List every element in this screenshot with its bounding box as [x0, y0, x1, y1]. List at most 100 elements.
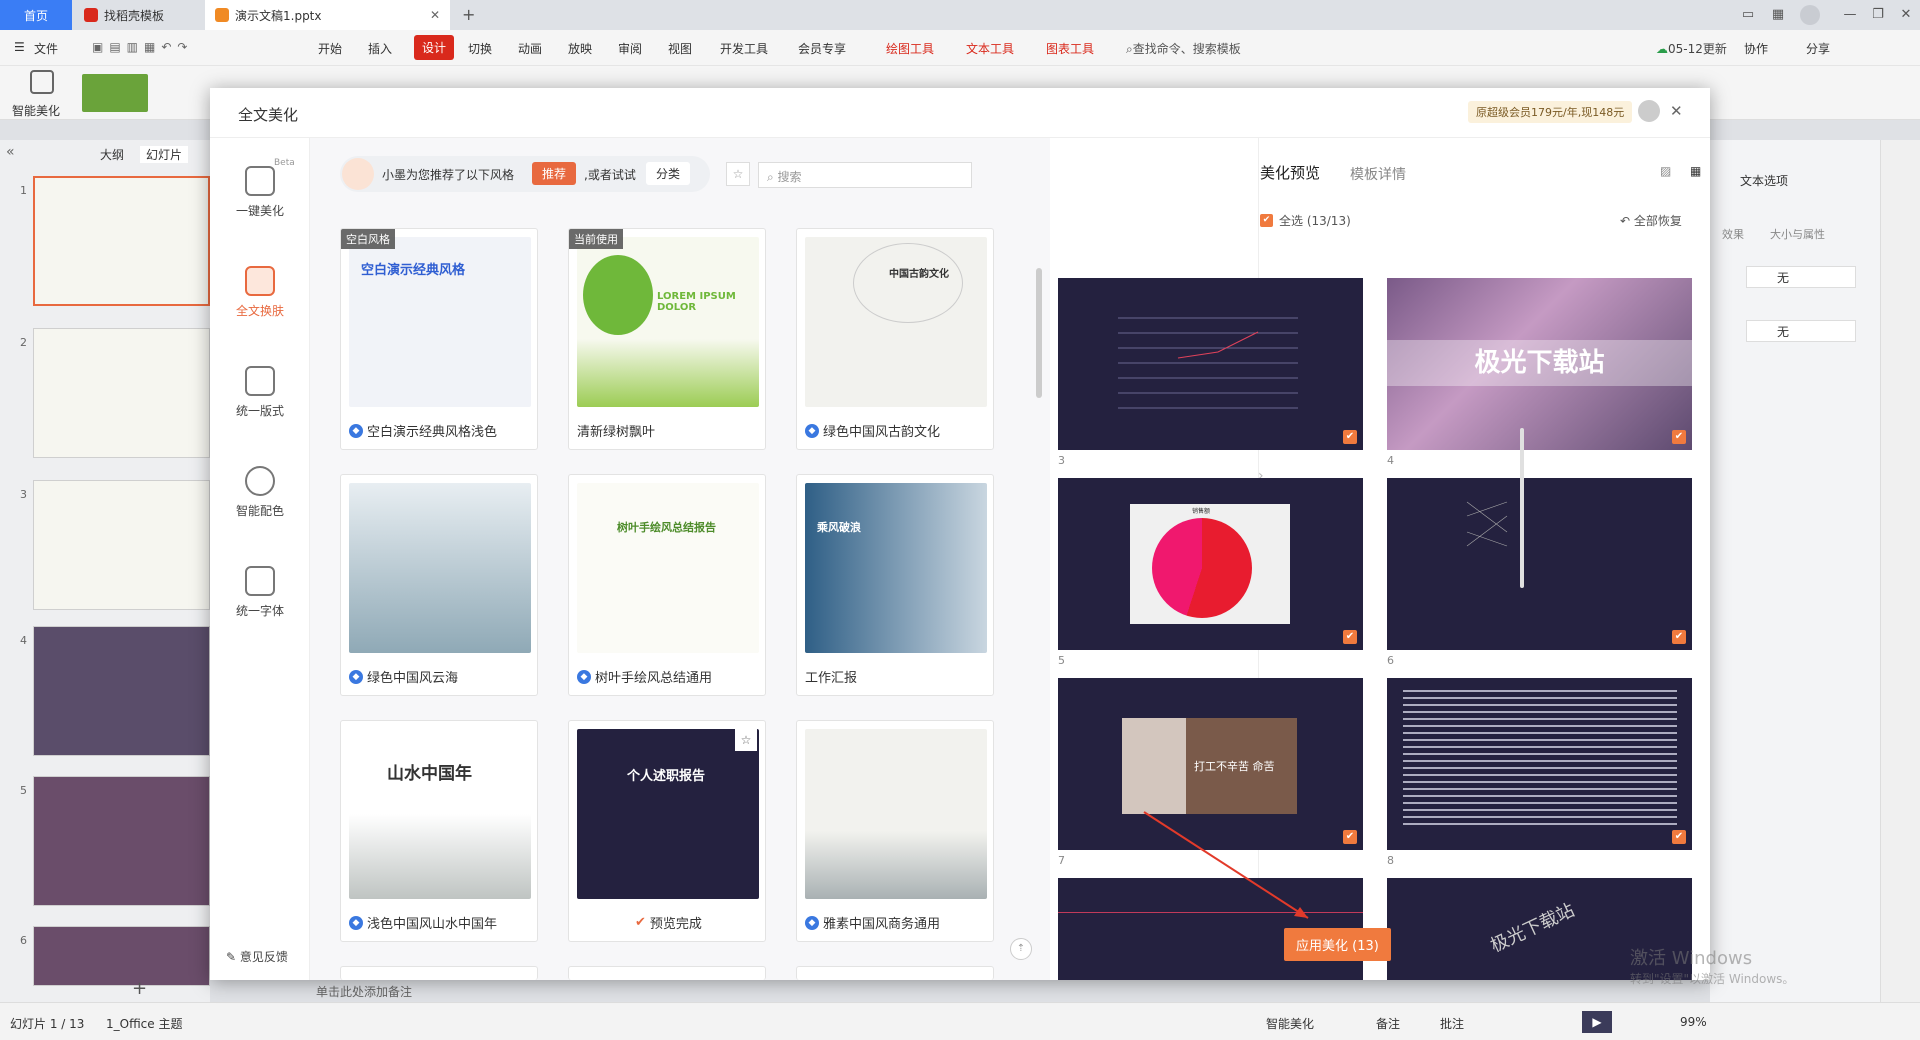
new-tab-button[interactable]: +	[462, 5, 475, 24]
template-card[interactable]	[796, 966, 994, 980]
notes-button[interactable]: 备注	[1376, 1015, 1400, 1032]
menu-chart-tools[interactable]: 图表工具	[1046, 40, 1094, 57]
smart-beautify-icon[interactable]	[30, 70, 54, 94]
template-card[interactable]: 空白演示经典风格 空白风格 ◆ 空白演示经典风格浅色	[340, 228, 538, 450]
checkbox-icon[interactable]: ✔	[1343, 630, 1357, 644]
recommend-button[interactable]: 推荐	[532, 162, 577, 185]
tab-template-detail[interactable]: 模板详情	[1350, 164, 1406, 184]
nav-skin[interactable]: 全文换肤	[210, 254, 310, 334]
slide-thumb-6[interactable]	[33, 926, 210, 986]
slide-thumb-2[interactable]	[33, 328, 210, 458]
apply-beautify-button[interactable]: 应用美化 (13)	[1284, 928, 1391, 961]
slide-thumb-4[interactable]	[33, 626, 210, 756]
tab-template-store[interactable]: 找稻壳模板	[74, 0, 202, 30]
play-icon[interactable]: ▶	[1582, 1011, 1612, 1033]
menu-start[interactable]: 开始	[318, 40, 342, 57]
preview-slide-8[interactable]: ✔	[1387, 678, 1692, 850]
preview-slide-5[interactable]: 销售额 ✔	[1058, 478, 1363, 650]
user-avatar[interactable]	[1638, 100, 1660, 122]
minimize-icon[interactable]: —	[1840, 5, 1860, 25]
tab-preview[interactable]: 美化预览	[1260, 162, 1320, 183]
restore-all-button[interactable]: ↶ 全部恢复	[1620, 212, 1682, 229]
quick-tools[interactable]: ▣▤▥▦↶↷	[92, 40, 193, 54]
template-card[interactable]: LOREM IPSUM DOLOR 当前使用 清新绿树飘叶	[568, 228, 766, 450]
close-icon[interactable]: ✕	[1896, 5, 1916, 25]
collapse-icon[interactable]: «	[6, 144, 15, 160]
add-slide-button[interactable]: +	[132, 978, 147, 999]
template-card[interactable]: ◆ 雅素中国风商务通用	[796, 720, 994, 942]
template-card[interactable]: 山水中国年 ◆ 浅色中国风山水中国年	[340, 720, 538, 942]
collab-button[interactable]: 协作	[1744, 40, 1768, 57]
avatar[interactable]	[1800, 5, 1820, 25]
menu-review[interactable]: 审阅	[618, 40, 642, 57]
comments-button[interactable]: 批注	[1440, 1015, 1464, 1032]
none-select-1[interactable]: 无	[1746, 266, 1856, 288]
command-search[interactable]: ⌕查找命令、搜索模板	[1126, 40, 1241, 57]
tab-slides[interactable]: 幻灯片	[140, 146, 189, 163]
star-icon[interactable]: ☆	[735, 729, 757, 751]
template-card[interactable]	[568, 966, 766, 980]
preview-slide-3[interactable]: ✔	[1058, 278, 1363, 450]
tab-home[interactable]: 首页	[0, 0, 72, 30]
slide-thumb-1[interactable]	[33, 176, 210, 306]
template-card[interactable]	[340, 966, 538, 980]
checkbox-icon[interactable]: ✔	[1672, 430, 1686, 444]
smart-beautify-status[interactable]: 智能美化	[1266, 1015, 1314, 1032]
nav-one-click[interactable]: 一键美化 Beta	[210, 154, 310, 234]
preview-slide-4[interactable]: 极光下载站 ✔	[1387, 278, 1692, 450]
add-notes-placeholder[interactable]: 单击此处添加备注	[316, 983, 412, 1000]
image-view-icon[interactable]: ▨	[1660, 164, 1671, 178]
menu-view[interactable]: 视图	[668, 40, 692, 57]
share-button[interactable]: 分享	[1806, 40, 1830, 57]
nav-font[interactable]: 统一字体	[210, 554, 310, 634]
restore-icon[interactable]: ❐	[1868, 5, 1888, 25]
none-select-2[interactable]: 无	[1746, 320, 1856, 342]
checkbox-icon[interactable]: ✔	[1343, 430, 1357, 444]
scroll-top-icon[interactable]: ⇡	[1010, 938, 1032, 960]
effect-tab[interactable]: 效果	[1722, 226, 1744, 242]
nav-layout[interactable]: 统一版式	[210, 354, 310, 434]
gallery-scrollbar[interactable]	[1036, 268, 1042, 398]
text-options-tab[interactable]: 文本选项	[1740, 172, 1788, 189]
template-card[interactable]: ◆ 绿色中国风云海	[340, 474, 538, 696]
checkbox-icon[interactable]: ✔	[1672, 830, 1686, 844]
feedback-button[interactable]: ✎ 意见反馈	[226, 948, 288, 965]
menu-insert[interactable]: 插入	[368, 40, 392, 57]
size-tab[interactable]: 大小与属性	[1770, 226, 1825, 242]
template-card[interactable]: 乘风破浪 工作汇报	[796, 474, 994, 696]
menu-member[interactable]: 会员专享	[798, 40, 846, 57]
tab-outline[interactable]: 大纲	[100, 146, 124, 163]
classify-button[interactable]: 分类	[646, 162, 691, 185]
menu-animation[interactable]: 动画	[518, 40, 542, 57]
hamburger-icon[interactable]: ☰	[14, 40, 25, 54]
nav-color[interactable]: 智能配色	[210, 454, 310, 534]
update-button[interactable]: ☁05-12更新	[1656, 40, 1727, 57]
close-tab-icon[interactable]: ✕	[430, 8, 440, 22]
menu-design[interactable]: 设计	[414, 35, 455, 60]
template-search-input[interactable]: ⌕ 搜索	[758, 162, 972, 188]
smart-beautify-label[interactable]: 智能美化	[12, 102, 60, 119]
menu-file[interactable]: 文件	[34, 40, 58, 57]
template-thumb[interactable]	[82, 74, 148, 112]
select-all-checkbox[interactable]: ✔ 全选 (13/13)	[1260, 212, 1351, 229]
favorite-star-icon[interactable]: ☆	[726, 162, 750, 186]
zoom-level[interactable]: 99%	[1680, 1015, 1707, 1029]
menu-slideshow[interactable]: 放映	[568, 40, 592, 57]
dialog-close-icon[interactable]: ✕	[1670, 102, 1683, 120]
grid-view-icon[interactable]: ▦	[1690, 164, 1701, 178]
menu-draw-tools[interactable]: 绘图工具	[886, 40, 934, 57]
preview-scrollbar[interactable]	[1520, 428, 1524, 588]
checkbox-icon[interactable]: ✔	[1343, 830, 1357, 844]
grid-icon[interactable]: ▦	[1768, 5, 1788, 25]
promo-badge[interactable]: 原超级会员179元/年,现148元	[1468, 101, 1633, 123]
tab-presentation[interactable]: 演示文稿1.pptx ✕	[205, 0, 450, 30]
menu-transition[interactable]: 切换	[468, 40, 492, 57]
template-card[interactable]: 中国古韵文化 ◆ 绿色中国风古韵文化	[796, 228, 994, 450]
menu-developer[interactable]: 开发工具	[720, 40, 768, 57]
template-card[interactable]: 个人述职报告 ☆ ✔ 预览完成	[568, 720, 766, 942]
slide-thumb-5[interactable]	[33, 776, 210, 906]
checkbox-icon[interactable]: ✔	[1672, 630, 1686, 644]
preview-slide-6[interactable]: ✔	[1387, 478, 1692, 650]
slide-thumb-3[interactable]	[33, 480, 210, 610]
layout-icon[interactable]: ▭	[1738, 5, 1758, 25]
